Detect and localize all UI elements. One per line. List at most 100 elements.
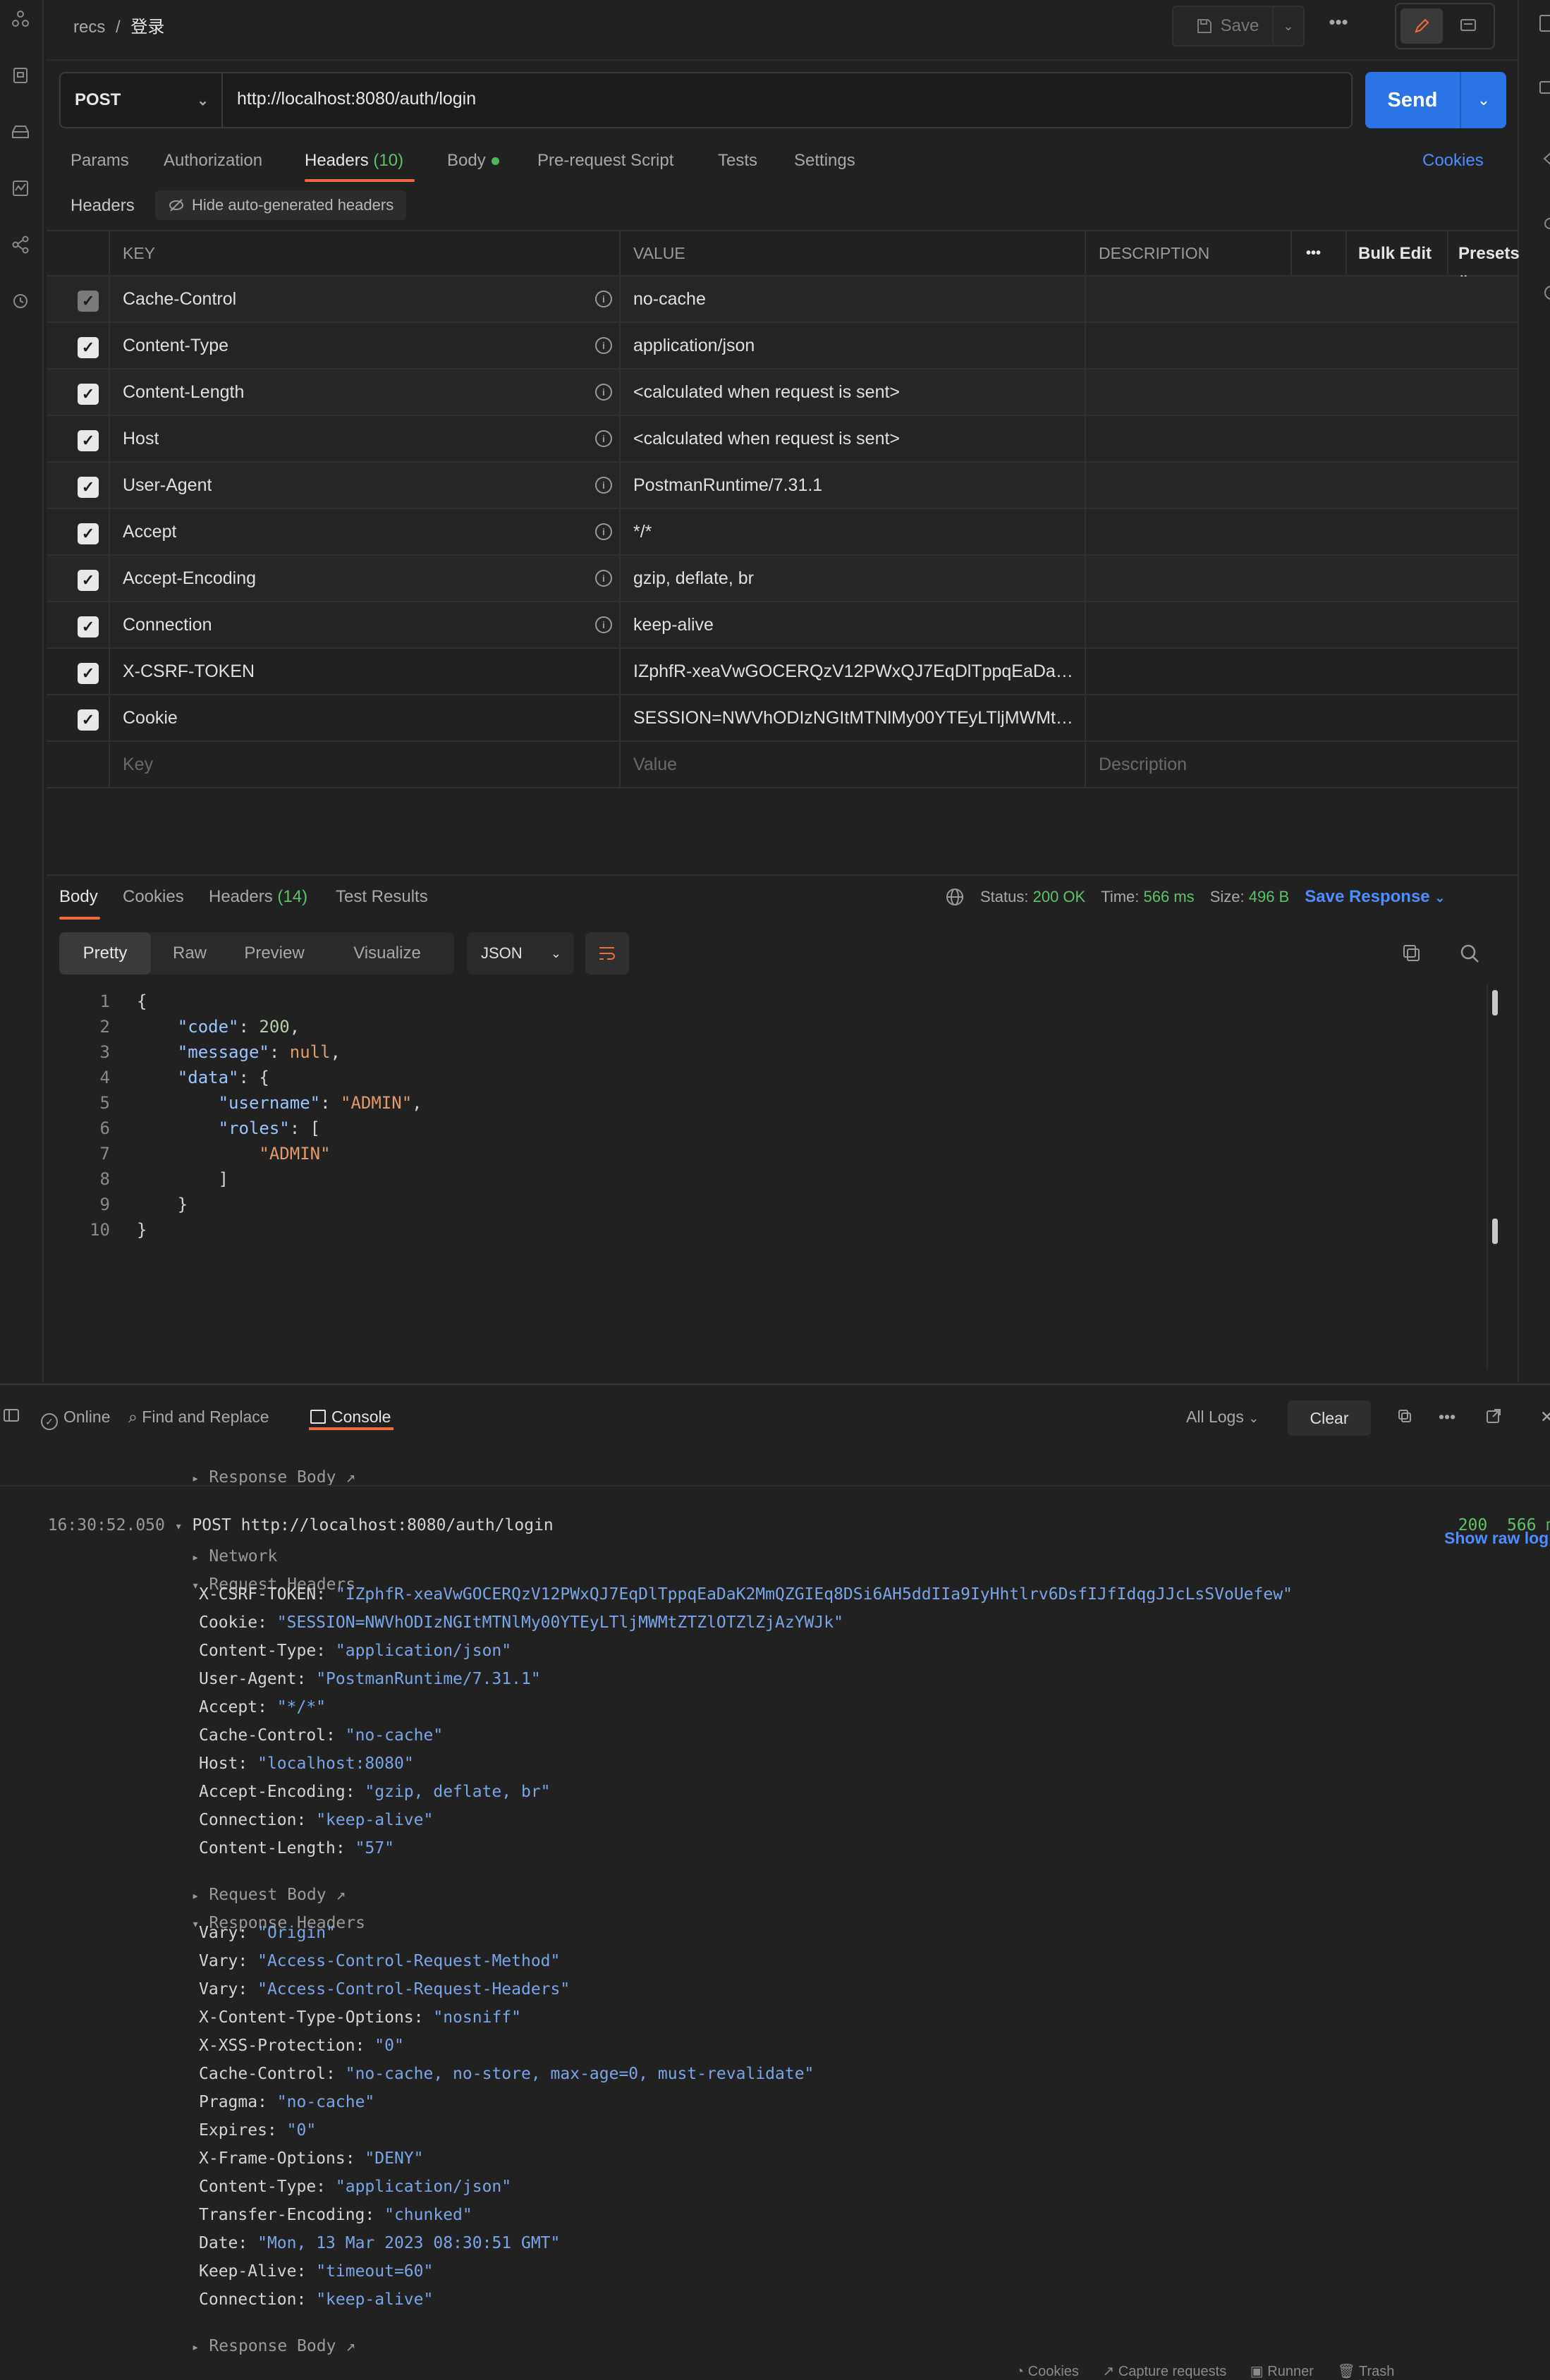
row-value-cell[interactable]: IZphfR-xeaVwGOCERQzV12PWxQJ7EqDlTppqEaDa… — [621, 649, 1086, 694]
environments-icon[interactable] — [8, 63, 32, 87]
info-icon[interactable]: i — [595, 291, 612, 307]
row-key-cell[interactable]: Connection i — [110, 602, 621, 647]
row-checkbox[interactable]: ✓ — [78, 477, 99, 498]
row-description-cell[interactable] — [1086, 276, 1518, 322]
row-checkbox[interactable]: ✓ — [78, 663, 99, 684]
table-row[interactable]: ✓ Content-Length i <calculated when request… — [47, 370, 1518, 416]
table-row[interactable]: ✓ User-Agent i PostmanRuntime/7.31.1 — [47, 463, 1518, 509]
tab-authorization[interactable]: Authorization — [164, 151, 262, 171]
row-description-cell[interactable] — [1086, 602, 1518, 647]
footer-trash[interactable]: 🗑 Trash — [1337, 2364, 1394, 2379]
url-input[interactable]: http://localhost:8080/auth/login — [237, 89, 476, 109]
breadcrumb-collection[interactable]: recs — [73, 18, 105, 37]
console-tab[interactable]: Console — [310, 1408, 391, 1427]
info-icon[interactable]: i — [595, 430, 612, 447]
row-description-cell[interactable] — [1086, 556, 1518, 601]
row-checkbox[interactable]: ✓ — [78, 291, 99, 312]
table-row[interactable]: ✓ Cookie SESSION=NWVhODIzNGItMTNlMy00YTEyL… — [47, 695, 1518, 742]
tab-params[interactable]: Params — [71, 151, 129, 171]
size-info[interactable]: Size: 496 B — [1210, 888, 1290, 906]
comments-icon[interactable] — [1539, 79, 1550, 100]
footer-runner[interactable]: ▣ Runner — [1250, 2364, 1314, 2379]
response-tab-cookies[interactable]: Cookies — [123, 887, 184, 907]
row-checkbox[interactable]: ✓ — [78, 570, 99, 591]
history-icon[interactable] — [8, 289, 32, 313]
row-description-cell[interactable] — [1086, 416, 1518, 461]
row-key-cell[interactable]: X-CSRF-TOKEN — [110, 649, 621, 694]
online-status[interactable]: ✓ Online — [41, 1408, 110, 1430]
row-value-cell[interactable]: SESSION=NWVhODIzNGItMTNlMy00YTEyLTljMWMt… — [621, 695, 1086, 740]
info-icon[interactable]: i — [595, 523, 612, 540]
open-in-new-window-icon[interactable] — [1485, 1408, 1502, 1429]
show-raw-log-link[interactable]: Show raw log — [1444, 1529, 1549, 1548]
tab-body[interactable]: Body — [447, 151, 499, 171]
row-key-cell[interactable]: Content-Length i — [110, 370, 621, 415]
code-snippet-icon[interactable] — [1539, 149, 1550, 171]
hide-auto-generated-headers-button[interactable]: Hide auto-generated headers — [155, 190, 407, 220]
row-value-cell[interactable]: <calculated when request is sent> — [621, 370, 1086, 415]
tab-tests[interactable]: Tests — [718, 151, 757, 171]
row-checkbox[interactable]: ✓ — [78, 384, 99, 405]
view-pretty[interactable]: Pretty — [59, 932, 151, 975]
copy-icon[interactable] — [1396, 1408, 1413, 1429]
response-tab-headers[interactable]: Headers (14) — [209, 887, 307, 907]
tab-pre-request-script[interactable]: Pre-request Script — [537, 151, 673, 171]
info-icon[interactable]: i — [595, 616, 612, 633]
table-row[interactable]: ✓ Accept i */* — [47, 509, 1518, 556]
apis-icon[interactable] — [8, 7, 32, 31]
row-checkbox[interactable]: ✓ — [78, 709, 99, 731]
row-key-cell[interactable]: User-Agent i — [110, 463, 621, 508]
info-icon[interactable]: i — [595, 337, 612, 354]
more-options-icon[interactable]: ••• — [1439, 1408, 1456, 1427]
format-select[interactable]: JSON ⌄ — [467, 932, 574, 975]
info-panel-icon[interactable] — [1539, 283, 1550, 305]
info-icon[interactable]: i — [595, 384, 612, 401]
footer-cookies[interactable]: ◔ Cookies — [1015, 2364, 1079, 2379]
flows-icon[interactable] — [8, 233, 32, 257]
breadcrumb-request-name[interactable]: 登录 — [130, 18, 164, 37]
row-key-cell[interactable]: Cache-Control i — [110, 276, 621, 322]
editor-scroll-marker[interactable] — [1492, 1219, 1498, 1244]
table-row[interactable]: ✓ Accept-Encoding i gzip, deflate, br — [47, 556, 1518, 602]
row-value-cell[interactable]: <calculated when request is sent> — [621, 416, 1086, 461]
comments-mode-button[interactable] — [1447, 8, 1489, 44]
info-icon[interactable]: i — [595, 477, 612, 494]
table-row[interactable]: ✓ X-CSRF-TOKEN IZphfR-xeaVwGOCERQzV12PWxQJ… — [47, 649, 1518, 695]
row-description-cell[interactable] — [1086, 323, 1518, 368]
send-button[interactable]: Send — [1365, 72, 1460, 128]
globe-icon[interactable] — [945, 887, 965, 907]
row-checkbox[interactable]: ✓ — [78, 523, 99, 544]
find-and-replace[interactable]: ⌕ Find and Replace — [128, 1408, 269, 1427]
send-dropdown-button[interactable]: ⌄ — [1461, 72, 1506, 128]
more-options-icon[interactable]: ••• — [1306, 245, 1321, 262]
new-value-input[interactable]: Value — [621, 742, 1086, 787]
monitors-icon[interactable] — [8, 176, 32, 200]
more-options-icon[interactable]: ••• — [1324, 11, 1353, 39]
row-value-cell[interactable]: application/json — [621, 323, 1086, 368]
info-icon[interactable]: i — [595, 570, 612, 587]
editor-scroll-marker[interactable] — [1492, 990, 1498, 1015]
row-checkbox[interactable]: ✓ — [78, 430, 99, 451]
row-value-cell[interactable]: no-cache — [621, 276, 1086, 322]
edit-mode-button[interactable] — [1401, 8, 1443, 44]
row-key-cell[interactable]: Cookie — [110, 695, 621, 740]
row-value-cell[interactable]: keep-alive — [621, 602, 1086, 647]
table-row[interactable]: ✓ Host i <calculated when request is sent> — [47, 416, 1518, 463]
row-key-cell[interactable]: Host i — [110, 416, 621, 461]
console-response-body[interactable]: ▸ Response Body ↗ — [172, 2319, 355, 2355]
tab-settings[interactable]: Settings — [794, 151, 855, 171]
time-info[interactable]: Time: 566 ms — [1101, 888, 1194, 906]
row-value-cell[interactable]: PostmanRuntime/7.31.1 — [621, 463, 1086, 508]
save-response-dropdown[interactable]: Save Response ⌄ — [1305, 887, 1445, 907]
lightbulb-icon[interactable] — [1539, 216, 1550, 237]
mock-servers-icon[interactable] — [8, 120, 32, 144]
footer-capture-requests[interactable]: ↗ Capture requests — [1102, 2364, 1226, 2379]
new-header-row[interactable]: Key Value Description — [47, 742, 1518, 788]
wrap-lines-button[interactable] — [585, 932, 629, 975]
row-checkbox[interactable]: ✓ — [78, 616, 99, 637]
close-icon[interactable]: ✕ — [1540, 1408, 1550, 1427]
console-log-entry[interactable]: 16:30:52.050 ▾ POST http://localhost:808… — [28, 1498, 554, 1534]
save-dropdown-button[interactable]: ⌄ — [1272, 6, 1305, 47]
tab-headers[interactable]: Headers (10) — [305, 151, 403, 171]
all-logs-select[interactable]: All Logs ⌄ — [1186, 1408, 1259, 1427]
